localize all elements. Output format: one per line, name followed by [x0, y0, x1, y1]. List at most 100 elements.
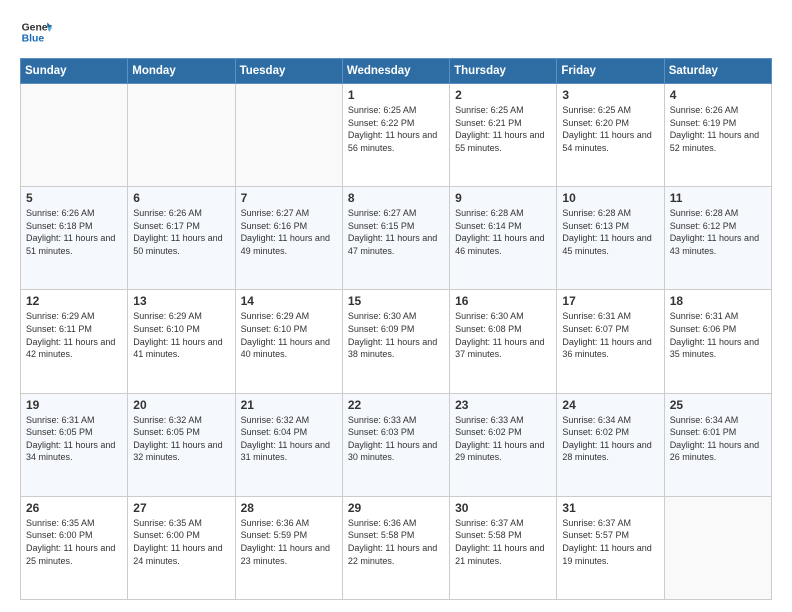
day-number: 19: [26, 398, 122, 412]
day-number: 15: [348, 294, 444, 308]
calendar-week-row: 26 Sunrise: 6:35 AMSunset: 6:00 PMDayligh…: [21, 496, 772, 599]
calendar-day-header: Saturday: [664, 59, 771, 84]
calendar-cell: 23 Sunrise: 6:33 AMSunset: 6:02 PMDayligh…: [450, 393, 557, 496]
day-info: Sunrise: 6:26 AMSunset: 6:18 PMDaylight:…: [26, 207, 122, 257]
calendar-cell: 6 Sunrise: 6:26 AMSunset: 6:17 PMDaylight…: [128, 187, 235, 290]
calendar-cell: 5 Sunrise: 6:26 AMSunset: 6:18 PMDaylight…: [21, 187, 128, 290]
calendar-day-header: Sunday: [21, 59, 128, 84]
day-info: Sunrise: 6:35 AMSunset: 6:00 PMDaylight:…: [133, 517, 229, 567]
calendar-cell: 24 Sunrise: 6:34 AMSunset: 6:02 PMDayligh…: [557, 393, 664, 496]
day-info: Sunrise: 6:31 AMSunset: 6:07 PMDaylight:…: [562, 310, 658, 360]
calendar-cell: 25 Sunrise: 6:34 AMSunset: 6:01 PMDayligh…: [664, 393, 771, 496]
header: General Blue: [20, 16, 772, 48]
day-number: 14: [241, 294, 337, 308]
calendar-header-row: SundayMondayTuesdayWednesdayThursdayFrid…: [21, 59, 772, 84]
day-info: Sunrise: 6:31 AMSunset: 6:05 PMDaylight:…: [26, 414, 122, 464]
day-info: Sunrise: 6:29 AMSunset: 6:10 PMDaylight:…: [241, 310, 337, 360]
day-number: 24: [562, 398, 658, 412]
day-info: Sunrise: 6:30 AMSunset: 6:09 PMDaylight:…: [348, 310, 444, 360]
day-info: Sunrise: 6:29 AMSunset: 6:11 PMDaylight:…: [26, 310, 122, 360]
calendar-cell: 28 Sunrise: 6:36 AMSunset: 5:59 PMDayligh…: [235, 496, 342, 599]
calendar-cell: [128, 84, 235, 187]
calendar-cell: 7Sunrise: 6:27 AMSunset: 6:16 PMDaylight…: [235, 187, 342, 290]
day-number: 9: [455, 191, 551, 205]
calendar-cell: 15 Sunrise: 6:30 AMSunset: 6:09 PMDayligh…: [342, 290, 449, 393]
calendar-cell: 26 Sunrise: 6:35 AMSunset: 6:00 PMDayligh…: [21, 496, 128, 599]
day-info: Sunrise: 6:36 AMSunset: 5:59 PMDaylight:…: [241, 517, 337, 567]
day-info: Sunrise: 6:26 AMSunset: 6:17 PMDaylight:…: [133, 207, 229, 257]
calendar-day-header: Tuesday: [235, 59, 342, 84]
calendar-cell: 4Sunrise: 6:26 AMSunset: 6:19 PMDaylight…: [664, 84, 771, 187]
day-number: 31: [562, 501, 658, 515]
day-info: Sunrise: 6:26 AMSunset: 6:19 PMDaylight:…: [670, 104, 766, 154]
day-info: Sunrise: 6:25 AMSunset: 6:22 PMDaylight:…: [348, 104, 444, 154]
day-info: Sunrise: 6:31 AMSunset: 6:06 PMDaylight:…: [670, 310, 766, 360]
calendar-cell: 27 Sunrise: 6:35 AMSunset: 6:00 PMDayligh…: [128, 496, 235, 599]
day-info: Sunrise: 6:25 AMSunset: 6:20 PMDaylight:…: [562, 104, 658, 154]
day-info: Sunrise: 6:25 AMSunset: 6:21 PMDaylight:…: [455, 104, 551, 154]
day-number: 26: [26, 501, 122, 515]
calendar-cell: 12 Sunrise: 6:29 AMSunset: 6:11 PMDayligh…: [21, 290, 128, 393]
calendar-cell: 2 Sunrise: 6:25 AMSunset: 6:21 PMDaylight…: [450, 84, 557, 187]
day-info: Sunrise: 6:35 AMSunset: 6:00 PMDaylight:…: [26, 517, 122, 567]
calendar-cell: 31 Sunrise: 6:37 AMSunset: 5:57 PMDayligh…: [557, 496, 664, 599]
day-number: 2: [455, 88, 551, 102]
svg-text:Blue: Blue: [22, 34, 45, 45]
calendar-week-row: 19 Sunrise: 6:31 AMSunset: 6:05 PMDayligh…: [21, 393, 772, 496]
calendar-cell: 29Sunrise: 6:36 AMSunset: 5:58 PMDayligh…: [342, 496, 449, 599]
day-number: 6: [133, 191, 229, 205]
calendar-cell: 8Sunrise: 6:27 AMSunset: 6:15 PMDaylight…: [342, 187, 449, 290]
day-info: Sunrise: 6:34 AMSunset: 6:02 PMDaylight:…: [562, 414, 658, 464]
calendar-cell: 18 Sunrise: 6:31 AMSunset: 6:06 PMDayligh…: [664, 290, 771, 393]
calendar-week-row: 12 Sunrise: 6:29 AMSunset: 6:11 PMDayligh…: [21, 290, 772, 393]
day-number: 18: [670, 294, 766, 308]
calendar-cell: 20 Sunrise: 6:32 AMSunset: 6:05 PMDayligh…: [128, 393, 235, 496]
day-info: Sunrise: 6:28 AMSunset: 6:13 PMDaylight:…: [562, 207, 658, 257]
calendar-cell: 1 Sunrise: 6:25 AMSunset: 6:22 PMDaylight…: [342, 84, 449, 187]
day-info: Sunrise: 6:37 AMSunset: 5:57 PMDaylight:…: [562, 517, 658, 567]
day-number: 13: [133, 294, 229, 308]
day-number: 25: [670, 398, 766, 412]
logo-icon: General Blue: [20, 16, 52, 48]
calendar-cell: 3 Sunrise: 6:25 AMSunset: 6:20 PMDaylight…: [557, 84, 664, 187]
day-number: 5: [26, 191, 122, 205]
day-info: Sunrise: 6:32 AMSunset: 6:04 PMDaylight:…: [241, 414, 337, 464]
day-number: 21: [241, 398, 337, 412]
day-info: Sunrise: 6:28 AMSunset: 6:12 PMDaylight:…: [670, 207, 766, 257]
day-number: 16: [455, 294, 551, 308]
logo: General Blue: [20, 16, 52, 48]
calendar-week-row: 1 Sunrise: 6:25 AMSunset: 6:22 PMDaylight…: [21, 84, 772, 187]
calendar-cell: 13 Sunrise: 6:29 AMSunset: 6:10 PMDayligh…: [128, 290, 235, 393]
calendar-cell: [21, 84, 128, 187]
calendar-cell: 17Sunrise: 6:31 AMSunset: 6:07 PMDayligh…: [557, 290, 664, 393]
day-number: 10: [562, 191, 658, 205]
calendar-week-row: 5 Sunrise: 6:26 AMSunset: 6:18 PMDaylight…: [21, 187, 772, 290]
calendar-day-header: Thursday: [450, 59, 557, 84]
day-info: Sunrise: 6:30 AMSunset: 6:08 PMDaylight:…: [455, 310, 551, 360]
day-number: 30: [455, 501, 551, 515]
day-number: 29: [348, 501, 444, 515]
day-number: 20: [133, 398, 229, 412]
day-number: 1: [348, 88, 444, 102]
day-info: Sunrise: 6:34 AMSunset: 6:01 PMDaylight:…: [670, 414, 766, 464]
calendar-day-header: Monday: [128, 59, 235, 84]
calendar-cell: 10 Sunrise: 6:28 AMSunset: 6:13 PMDayligh…: [557, 187, 664, 290]
day-number: 22: [348, 398, 444, 412]
day-info: Sunrise: 6:32 AMSunset: 6:05 PMDaylight:…: [133, 414, 229, 464]
day-number: 12: [26, 294, 122, 308]
day-number: 27: [133, 501, 229, 515]
calendar-cell: 19 Sunrise: 6:31 AMSunset: 6:05 PMDayligh…: [21, 393, 128, 496]
day-info: Sunrise: 6:29 AMSunset: 6:10 PMDaylight:…: [133, 310, 229, 360]
day-number: 11: [670, 191, 766, 205]
page: General Blue SundayMondayTuesdayWednesda…: [0, 0, 792, 612]
day-info: Sunrise: 6:33 AMSunset: 6:02 PMDaylight:…: [455, 414, 551, 464]
day-info: Sunrise: 6:33 AMSunset: 6:03 PMDaylight:…: [348, 414, 444, 464]
calendar-cell: 16 Sunrise: 6:30 AMSunset: 6:08 PMDayligh…: [450, 290, 557, 393]
calendar-cell: [235, 84, 342, 187]
calendar-day-header: Friday: [557, 59, 664, 84]
calendar-day-header: Wednesday: [342, 59, 449, 84]
day-number: 3: [562, 88, 658, 102]
day-number: 28: [241, 501, 337, 515]
day-number: 23: [455, 398, 551, 412]
calendar-cell: 30Sunrise: 6:37 AMSunset: 5:58 PMDayligh…: [450, 496, 557, 599]
